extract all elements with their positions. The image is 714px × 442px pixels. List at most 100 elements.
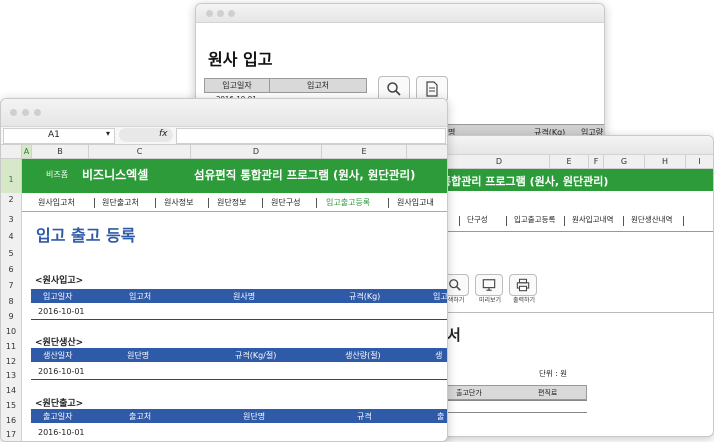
row-number[interactable]: 17	[1, 430, 21, 439]
table-header-cell: 원사명	[233, 292, 256, 301]
row-number[interactable]: 10	[1, 327, 21, 336]
window-control-icon[interactable]	[217, 10, 224, 17]
yarn-receipt-date[interactable]: 2016-10-01	[38, 307, 85, 316]
column-headers: A B C D E	[1, 145, 447, 159]
row-number[interactable]: 7	[1, 281, 21, 290]
column-header[interactable]: G	[604, 155, 645, 168]
mid-window-titlebar	[419, 136, 713, 155]
back-header-cell: 입고일자	[204, 78, 270, 93]
menu-item-fabric-customer[interactable]: 원단출고처	[102, 197, 139, 208]
row-number[interactable]: 14	[1, 386, 21, 395]
section-title-fabric-shipment: <원단출고>	[35, 399, 84, 409]
brand-logo: 비즈니스엑셀	[82, 168, 149, 182]
section-title-yarn-receipt: <원사입고>	[35, 276, 84, 286]
formula-input[interactable]	[176, 128, 446, 144]
table-header-cell: 출고처	[129, 412, 152, 421]
row-number[interactable]: 16	[1, 416, 21, 425]
column-header-b[interactable]: B	[32, 145, 89, 158]
table-header-cell: 원단명	[127, 351, 150, 360]
mid-table-header: 출고단가 편직료	[447, 385, 587, 400]
menu-item-yarn-receipt-history[interactable]: 원사입고내	[397, 197, 434, 208]
table-header-cell: 입고	[433, 292, 448, 301]
window-control-icon[interactable]	[228, 10, 235, 17]
fx-icon[interactable]: fx	[159, 129, 168, 139]
mid-window: D E F G H I 통합관리 프로그램 (원사, 원단관리) 단구성 입고출…	[418, 135, 714, 437]
table-header-cell: 출	[437, 412, 445, 421]
unit-label: 단위 : 원	[539, 369, 567, 378]
column-header-c[interactable]: C	[89, 145, 191, 158]
yarn-receipt-header: 입고일자 입고처 원사명 규격(Kg) 입고	[31, 289, 447, 303]
front-window: A1 ▾ fx A B C D E 1 2 3 4 5 6 7 8 9 10 1…	[0, 98, 448, 442]
table-header-cell: 규격	[357, 412, 372, 421]
print-button-label: 출력하기	[512, 297, 536, 304]
row-number[interactable]: 3	[1, 215, 21, 224]
mid-title-bar: 통합관리 프로그램 (원사, 원단관리)	[419, 169, 713, 191]
fabric-production-header: 생산일자 원단명 규격(Kg/절) 생산량(절) 생	[31, 348, 447, 362]
mid-menu-item[interactable]: 입고출고등록	[514, 214, 555, 225]
select-all-corner[interactable]	[1, 145, 22, 158]
back-header-cell: 입고처	[269, 78, 367, 93]
brand-small: 비즈폼	[46, 170, 69, 179]
fabric-shipment-date[interactable]: 2016-10-01	[38, 428, 85, 437]
mid-menu-item[interactable]: 원사입고내역	[572, 214, 613, 225]
table-header-cell: 입고처	[129, 292, 152, 301]
printer-icon	[516, 278, 530, 292]
row-number[interactable]: 2	[1, 195, 21, 204]
row-number[interactable]: 11	[1, 342, 21, 351]
mid-table-header-cell: 출고단가	[456, 389, 482, 397]
fabric-production-date[interactable]: 2016-10-01	[38, 367, 85, 376]
mid-program-title: 통합관리 프로그램 (원사, 원단관리)	[441, 175, 609, 188]
row-number[interactable]: 6	[1, 265, 21, 274]
preview-button[interactable]	[475, 274, 503, 296]
menu-item-yarn-supplier[interactable]: 원사입고처	[38, 197, 75, 208]
row-number[interactable]: 5	[1, 249, 21, 258]
row-number[interactable]: 8	[1, 297, 21, 306]
row-number[interactable]: 1	[1, 175, 21, 184]
back-window-title: 원사 입고	[208, 50, 273, 69]
section-title-fabric-production: <원단생산>	[35, 338, 84, 348]
column-header-d[interactable]: D	[191, 145, 322, 158]
column-header-a[interactable]: A	[22, 145, 32, 158]
column-header[interactable]: H	[645, 155, 686, 168]
mid-menu: 단구성 입고출고등록 원사입고내역 원단생산내역	[419, 214, 713, 228]
chevron-down-icon[interactable]: ▾	[106, 129, 110, 138]
row-number[interactable]: 12	[1, 357, 21, 366]
row-number[interactable]: 9	[1, 312, 21, 321]
search-icon	[387, 82, 401, 96]
column-header[interactable]: E	[550, 155, 589, 168]
column-header[interactable]: D	[449, 155, 550, 168]
front-window-titlebar	[1, 99, 447, 127]
column-header[interactable]: I	[686, 155, 713, 168]
main-menu: 원사입고처 원단출고처 원사정보 원단정보 원단구성 입고출고등록 원사입고내	[22, 194, 447, 210]
page-title: 입고 출고 등록	[36, 226, 136, 245]
table-header-cell: 생산량(절)	[345, 351, 381, 360]
maximize-icon[interactable]	[34, 109, 41, 116]
print-button[interactable]	[509, 274, 537, 296]
table-header-cell: 생산일자	[43, 351, 73, 360]
close-icon[interactable]	[10, 109, 17, 116]
search-icon	[449, 279, 461, 291]
column-header-e[interactable]: E	[322, 145, 407, 158]
table-header-cell: 규격(Kg)	[349, 292, 381, 301]
column-header[interactable]: F	[589, 155, 604, 168]
menu-item-fabric-composition[interactable]: 원단구성	[271, 197, 300, 208]
row-number[interactable]: 13	[1, 371, 21, 380]
table-header-cell: 규격(Kg/절)	[235, 351, 277, 360]
monitor-icon	[482, 279, 496, 291]
menu-item-yarn-info[interactable]: 원사정보	[164, 197, 193, 208]
row-number[interactable]: 15	[1, 401, 21, 410]
minimize-icon[interactable]	[22, 109, 29, 116]
window-control-icon[interactable]	[206, 10, 213, 17]
name-box[interactable]: A1 ▾	[3, 128, 115, 144]
table-header-cell: 입고일자	[43, 292, 73, 301]
mid-table-header-cell: 편직료	[538, 389, 558, 397]
back-window-titlebar	[196, 4, 604, 23]
mid-menu-item[interactable]: 단구성	[467, 214, 488, 225]
menu-item-fabric-info[interactable]: 원단정보	[217, 197, 246, 208]
cell-reference: A1	[48, 130, 60, 140]
mid-menu-item[interactable]: 원단생산내역	[631, 214, 672, 225]
table-header-cell: 출고일자	[43, 412, 73, 421]
row-number[interactable]: 4	[1, 232, 21, 241]
menu-item-inout-register[interactable]: 입고출고등록	[326, 197, 370, 208]
fabric-shipment-header: 출고일자 출고처 원단명 규격 출	[31, 409, 447, 423]
